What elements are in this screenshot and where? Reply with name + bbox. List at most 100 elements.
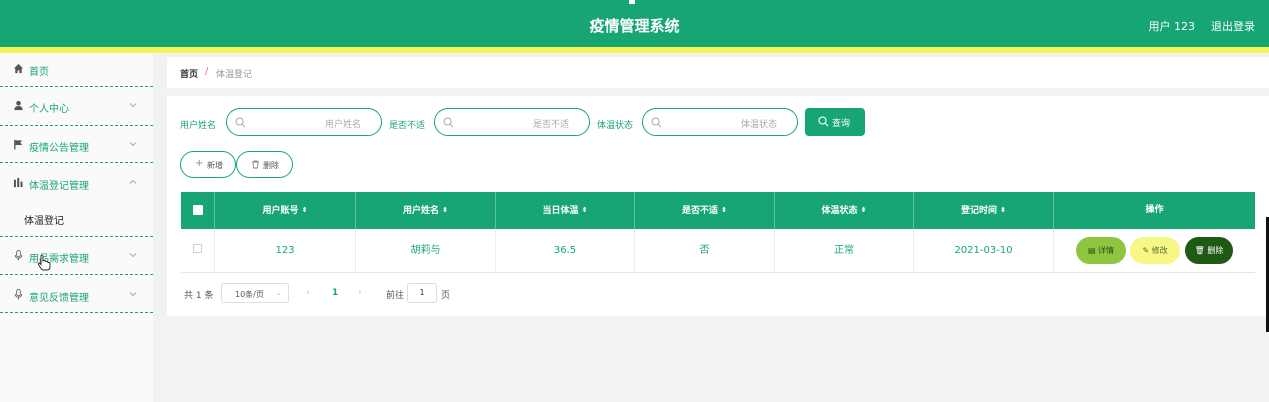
detail-label: 详情 [1098,246,1115,255]
chevron-up-icon [129,179,137,184]
hand-cursor-icon [37,254,51,271]
cell-actions: ▤ 详情 ✎ 修改 🗑 删除 [1054,229,1255,273]
breadcrumb-current: 体温登记 [216,70,253,80]
sidebar-subitem-temperature[interactable]: 体温登记 [0,200,153,237]
goto-page-input[interactable]: 1 [407,283,437,303]
current-page[interactable]: 1 [332,288,338,298]
cell-temperature: 36.5 [496,229,635,273]
header-label: 用户姓名 [403,206,440,216]
add-button-label: 新增 [207,161,223,170]
header-label: 登记时间 [961,206,998,216]
edit-icon: ✎ [1142,246,1152,255]
sidebar-subitem-label: 体温登记 [24,216,64,227]
breadcrumb-separator: / [205,66,209,77]
sidebar-item-temperature[interactable]: 体温登记管理 [0,163,153,200]
batch-delete-label: 删除 [263,161,279,170]
name-filter-label: 用户姓名 [180,121,217,131]
divider [0,312,153,313]
edit-button[interactable]: ✎ 修改 [1130,237,1180,264]
table-header: 用户账号 ⬍ 用户姓名 ⬍ 当日体温 ⬍ 是否不适 ⬍ 体温状态 ⬍ 登记时间 ⬍ 操作 [181,192,1255,229]
search-icon [443,117,454,128]
cell-name: 胡莉与 [356,229,496,273]
delete-label: 删除 [1207,246,1224,255]
query-button[interactable]: 查询 [805,108,865,136]
row-checkbox[interactable] [193,244,202,253]
status-search-placeholder: 体温状态 [740,120,777,130]
sort-icon: ⬍ [442,206,448,214]
column-header-temperature[interactable]: 当日体温 ⬍ [496,192,635,229]
sidebar-item-home[interactable]: 首页 [0,53,153,87]
chevron-down-icon: ⌄ [276,289,282,297]
mic-icon [14,250,23,261]
cell-date: 2021-03-10 [914,229,1054,273]
cell-unwell: 否 [635,229,775,273]
column-header-date[interactable]: 登记时间 ⬍ [914,192,1054,229]
page-unit-label: 页 [441,291,451,301]
table-row: 123 胡莉与 36.5 否 正常 2021-03-10 ▤ 详情 ✎ 修改 🗑… [181,229,1255,273]
delete-button[interactable]: 🗑 删除 [1185,237,1233,264]
header-label: 是否不适 [682,206,719,216]
status-filter-label: 体温状态 [597,121,634,131]
content-card: 用户姓名 用户姓名 是否不适 是否不适 体温状态 体温状态 查询 + 新增 删除… [167,96,1269,316]
sort-icon: ⬍ [1000,206,1006,214]
unwell-search-placeholder: 是否不适 [532,120,569,130]
header-label: 当日体温 [542,206,579,216]
breadcrumb-home[interactable]: 首页 [180,67,198,80]
mic-icon [14,289,23,300]
sort-icon: ⬍ [860,206,867,214]
sidebar-item-label: 意见反馈管理 [29,293,89,304]
column-header-name[interactable]: 用户姓名 ⬍ [356,192,496,229]
sort-icon: ⬍ [721,206,727,214]
column-header-account[interactable]: 用户账号 ⬍ [215,192,356,229]
page-size-value: 10条/页 [235,290,264,299]
sidebar-item-feedback[interactable]: 意见反馈管理 [0,275,153,313]
header-label: 用户账号 [262,206,299,216]
document-icon: ▤ [1087,246,1099,255]
header-stripe [0,47,1269,53]
plus-icon: + [195,158,204,169]
trash-icon: 🗑 [1194,246,1208,255]
header-label: 操作 [1145,205,1164,215]
total-count: 共 1 条 [184,291,214,301]
page-size-select[interactable]: 10条/页 ⌄ [221,283,289,303]
status-search-input[interactable]: 体温状态 [642,108,798,136]
detail-button[interactable]: ▤ 详情 [1076,237,1126,264]
search-icon [235,117,246,128]
chevron-down-icon [129,253,137,258]
sidebar-item-label: 个人中心 [29,104,69,115]
query-button-label: 查询 [832,119,851,129]
unwell-filter-label: 是否不适 [389,121,426,131]
next-page-icon[interactable]: › [358,288,362,298]
current-user: 用户 123 [1148,20,1196,33]
flag-icon [14,139,23,150]
name-search-placeholder: 用户姓名 [324,120,361,130]
logout-link[interactable]: 退出登录 [1211,18,1255,34]
trash-icon [252,160,259,169]
top-header: 疫情管理系统 用户 123 退出登录 [0,0,1269,47]
prev-page-icon[interactable]: ‹ [306,288,310,298]
name-search-input[interactable]: 用户姓名 [226,108,382,136]
column-header-unwell[interactable]: 是否不适 ⬍ [635,192,775,229]
user-icon [14,100,23,111]
cell-account: 123 [215,229,356,273]
sidebar-item-notice[interactable]: 疫情公告管理 [0,126,153,163]
select-all-cell [181,192,215,229]
cell-status: 正常 [775,229,914,273]
add-button[interactable]: + 新增 [180,151,236,178]
chart-icon [13,177,23,188]
sidebar-item-supplies[interactable]: 用品需求管理 [0,237,153,275]
sort-icon: ⬍ [301,206,308,214]
sidebar-item-label: 体温登记管理 [29,181,89,192]
batch-delete-button[interactable]: 删除 [236,151,293,178]
sidebar-item-personal[interactable]: 个人中心 [0,87,153,126]
select-all-checkbox[interactable] [193,205,203,215]
search-icon [651,117,662,128]
header-label: 体温状态 [821,206,858,216]
column-header-status[interactable]: 体温状态 ⬍ [775,192,914,229]
goto-label: 前往 [386,291,405,301]
unwell-search-input[interactable]: 是否不适 [434,108,590,136]
sidebar: 首页 个人中心 疫情公告管理 体温登记管理 体温登记 用品需求管理 意见反馈管理 [0,53,153,402]
chevron-down-icon [129,103,137,108]
app-title: 疫情管理系统 [589,17,680,35]
edit-label: 修改 [1151,246,1168,255]
